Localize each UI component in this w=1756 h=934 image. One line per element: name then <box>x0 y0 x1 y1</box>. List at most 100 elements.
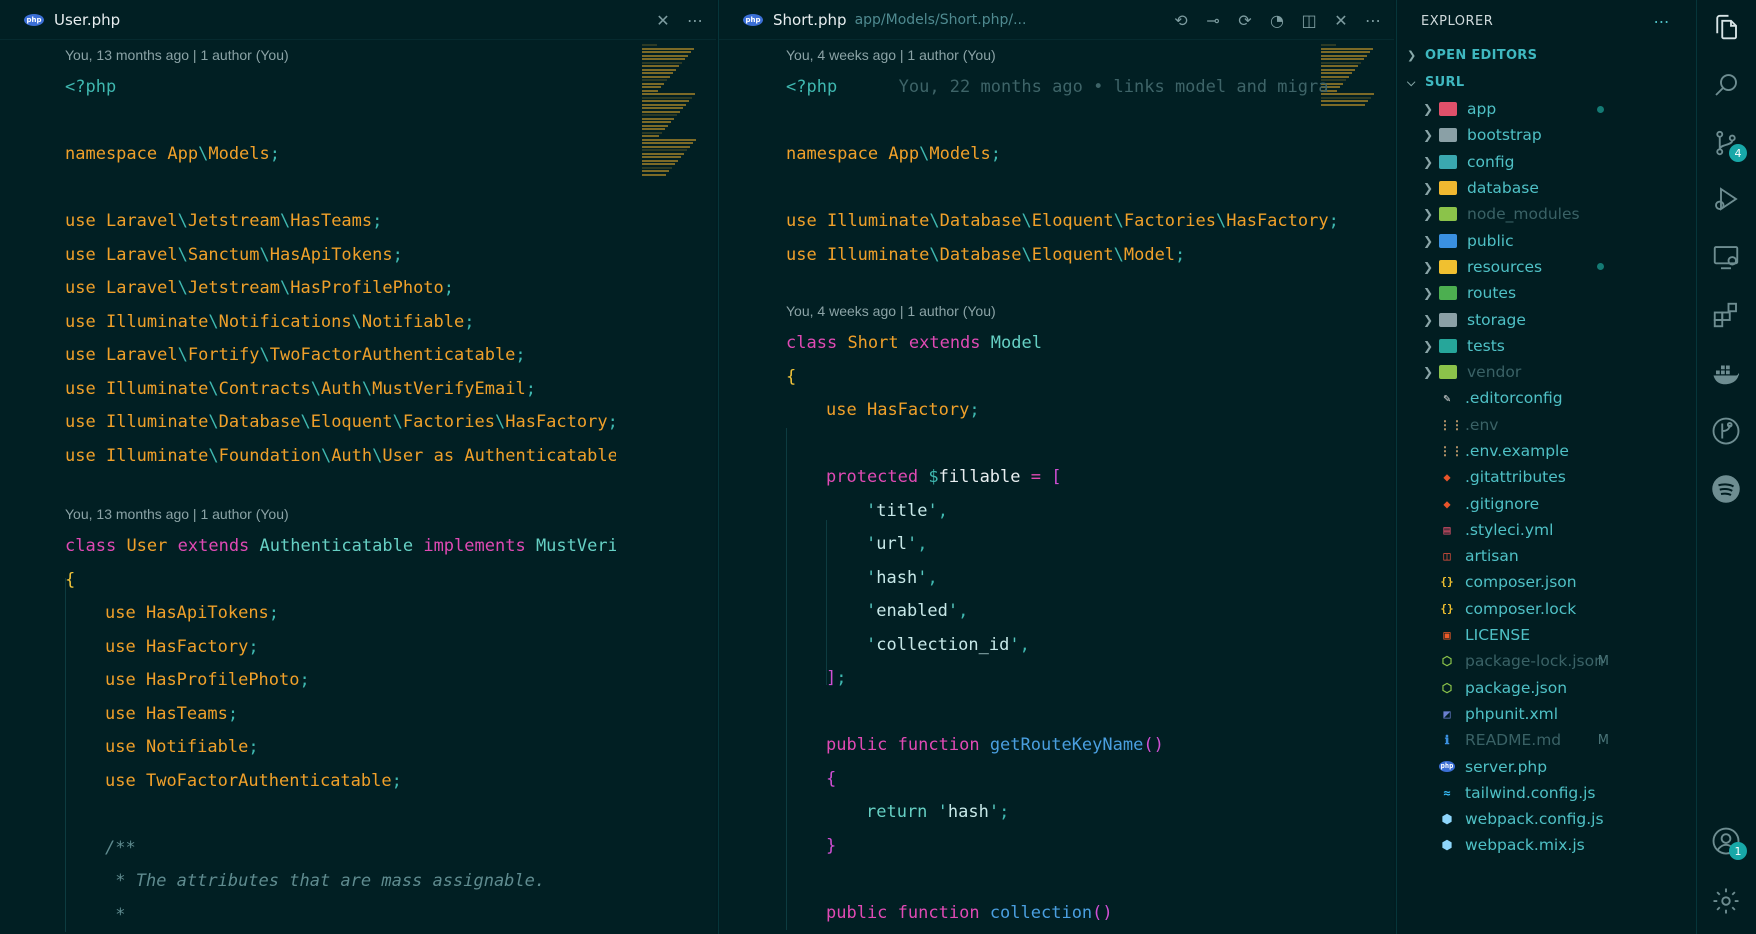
file-gitattributes[interactable]: ◆ .gitattributes <box>1397 464 1696 490</box>
more-actions-icon[interactable]: ⋯ <box>1364 11 1382 30</box>
git-status-badge: M <box>1597 653 1609 669</box>
folder-vendor[interactable]: ❯ vendor <box>1397 359 1696 385</box>
folder-bootstrap[interactable]: ❯ bootstrap <box>1397 122 1696 148</box>
tab-title[interactable]: Short.php <box>773 11 847 29</box>
extensions-icon[interactable] <box>1711 300 1741 330</box>
explorer-icon[interactable] <box>1711 12 1741 42</box>
file-env[interactable]: ⋮⋮ .env <box>1397 412 1696 438</box>
tab-short-php[interactable]: php Short.php app/Models/Short.php/... ⟲… <box>719 0 1394 40</box>
spotify-icon[interactable] <box>1711 474 1741 504</box>
open-editors-section[interactable]: ❯ OPEN EDITORS <box>1397 42 1696 69</box>
source-control-icon[interactable]: 4 <box>1711 128 1747 162</box>
git-graph-icon[interactable] <box>1711 416 1741 446</box>
file-gitignore[interactable]: ◆ .gitignore <box>1397 490 1696 516</box>
file-package-lock-json[interactable]: ⬡ package-lock.json M <box>1397 648 1696 674</box>
chevron-right-icon: ❯ <box>1422 259 1434 274</box>
git-status-badge: M <box>1597 732 1609 748</box>
code-line: use Notifiable; <box>105 737 259 757</box>
account-icon[interactable]: 1 <box>1711 826 1747 860</box>
tab-user-php[interactable]: php User.php ✕ ⋯ <box>0 0 716 40</box>
tree-item-label: LICENSE <box>1465 626 1531 645</box>
folder-public[interactable]: ❯ public <box>1397 227 1696 253</box>
tree-item-label: public <box>1467 231 1514 250</box>
folder-config[interactable]: ❯ config <box>1397 149 1696 175</box>
file-webpack-mix-js[interactable]: ⬢ webpack.mix.js <box>1397 832 1696 858</box>
code-line: use HasProfilePhoto; <box>105 670 310 690</box>
code-line: 'url', <box>866 534 928 554</box>
project-label: SURL <box>1425 75 1465 90</box>
explorer-sidebar: EXPLORER ⋯ ❯ OPEN EDITORS ⌵ SURL ❯ app ❯ bo… <box>1396 0 1696 934</box>
run-debug-icon[interactable] <box>1711 184 1741 214</box>
remote-explorer-icon[interactable] <box>1711 242 1741 272</box>
tree-item-label: .gitignore <box>1465 494 1540 513</box>
code-line: use HasApiTokens; <box>105 603 280 623</box>
code-line: use Illuminate\Foundation\Auth\User as A… <box>65 445 616 466</box>
file-readme-md[interactable]: ℹ README.md M <box>1397 727 1696 753</box>
file-styleci-yml[interactable]: ▤ .styleci.yml <box>1397 517 1696 543</box>
file-composer-lock[interactable]: {} composer.lock <box>1397 596 1696 622</box>
more-actions-icon[interactable]: ⋯ <box>686 11 704 30</box>
code-line: use Illuminate\Database\Eloquent\Factori… <box>786 211 1339 231</box>
folder-resources[interactable]: ❯ resources <box>1397 254 1696 280</box>
search-icon[interactable] <box>1711 70 1741 100</box>
code-line: use Laravel\Jetstream\HasTeams; <box>65 211 383 231</box>
code-lens-blame[interactable]: You, 4 weeks ago | 1 author (You) <box>786 40 1354 71</box>
file-env-example[interactable]: ⋮⋮ .env.example <box>1397 438 1696 464</box>
go-forward-icon[interactable]: ⟳ <box>1236 11 1254 30</box>
php-file-icon: php <box>24 13 44 26</box>
folder-app[interactable]: ❯ app <box>1397 96 1696 122</box>
file-icon: ⋮⋮ <box>1439 417 1463 432</box>
code-editor-short[interactable]: You, 4 weeks ago | 1 author (You) <?php … <box>786 40 1354 930</box>
tree-item-label: artisan <box>1465 547 1519 566</box>
close-icon[interactable]: ✕ <box>654 11 672 30</box>
folder-database[interactable]: ❯ database <box>1397 175 1696 201</box>
docker-icon[interactable] <box>1711 358 1741 388</box>
code-line: 'collection_id', <box>866 634 1030 655</box>
file-package-json[interactable]: ⬡ package.json <box>1397 675 1696 701</box>
tree-item-label: server.php <box>1465 757 1548 776</box>
folder-tests[interactable]: ❯ tests <box>1397 333 1696 359</box>
chevron-down-icon: ⌵ <box>1407 75 1416 89</box>
file-editorconfig[interactable]: ✎ .editorconfig <box>1397 385 1696 411</box>
tree-item-label: database <box>1467 179 1539 198</box>
file-icon: {} <box>1440 575 1454 589</box>
folder-icon <box>1439 259 1457 274</box>
folder-storage[interactable]: ❯ storage <box>1397 306 1696 332</box>
folder-icon <box>1439 233 1457 248</box>
file-composer-json[interactable]: {} composer.json <box>1397 569 1696 595</box>
inline-blame: You, 22 months ago • links model and mig… <box>898 77 1329 97</box>
minimap[interactable] <box>642 44 697 194</box>
code-editor-user[interactable]: You, 13 months ago | 1 author (You) <?ph… <box>65 40 616 932</box>
folder-node-modules[interactable]: ❯ node_modules <box>1397 201 1696 227</box>
code-line: use Illuminate\Notifications\Notifiable; <box>65 311 475 332</box>
code-lens-blame[interactable]: You, 13 months ago | 1 author (You) <box>65 40 616 71</box>
chevron-right-icon: ❯ <box>1422 312 1434 327</box>
file-artisan[interactable]: ◫ artisan <box>1397 543 1696 569</box>
file-server-php[interactable]: php server.php <box>1397 753 1696 779</box>
code-lens-blame[interactable]: You, 4 weeks ago | 1 author (You) <box>786 296 1354 327</box>
file-tree: ❯ app ❯ bootstrap ❯ config ❯ database ❯ node_modu… <box>1397 96 1696 859</box>
manage-gear-icon[interactable] <box>1711 886 1741 916</box>
code-line: use Illuminate\Database\Eloquent\Model; <box>786 244 1186 265</box>
code-line: use HasFactory; <box>105 636 259 657</box>
project-section[interactable]: ⌵ SURL <box>1397 69 1696 96</box>
folder-routes[interactable]: ❯ routes <box>1397 280 1696 306</box>
folder-icon <box>1439 207 1457 222</box>
tree-item-label: webpack.mix.js <box>1465 836 1585 855</box>
file-tailwind-config-js[interactable]: ≈ tailwind.config.js <box>1397 780 1696 806</box>
go-back-icon[interactable]: ⟲ <box>1172 11 1190 30</box>
close-icon[interactable]: ✕ <box>1332 11 1350 30</box>
code-lens-blame[interactable]: You, 13 months ago | 1 author (You) <box>65 499 616 530</box>
tab-title[interactable]: User.php <box>54 11 120 29</box>
git-lens-icon[interactable]: ◔ <box>1268 11 1286 30</box>
file-icon: ⋮⋮ <box>1439 444 1463 458</box>
file-license[interactable]: ▣ LICENSE <box>1397 622 1696 648</box>
tree-item-label: storage <box>1467 310 1526 329</box>
commit-icon[interactable]: ⊸ <box>1204 11 1222 30</box>
split-editor-icon[interactable]: ◫ <box>1300 11 1318 30</box>
more-actions-icon[interactable]: ⋯ <box>1654 12 1671 31</box>
file-phpunit-xml[interactable]: ◩ phpunit.xml <box>1397 701 1696 727</box>
file-webpack-config-js[interactable]: ⬢ webpack.config.js <box>1397 806 1696 832</box>
code-line: 'hash', <box>866 567 938 588</box>
tree-item-label: composer.lock <box>1465 599 1577 618</box>
